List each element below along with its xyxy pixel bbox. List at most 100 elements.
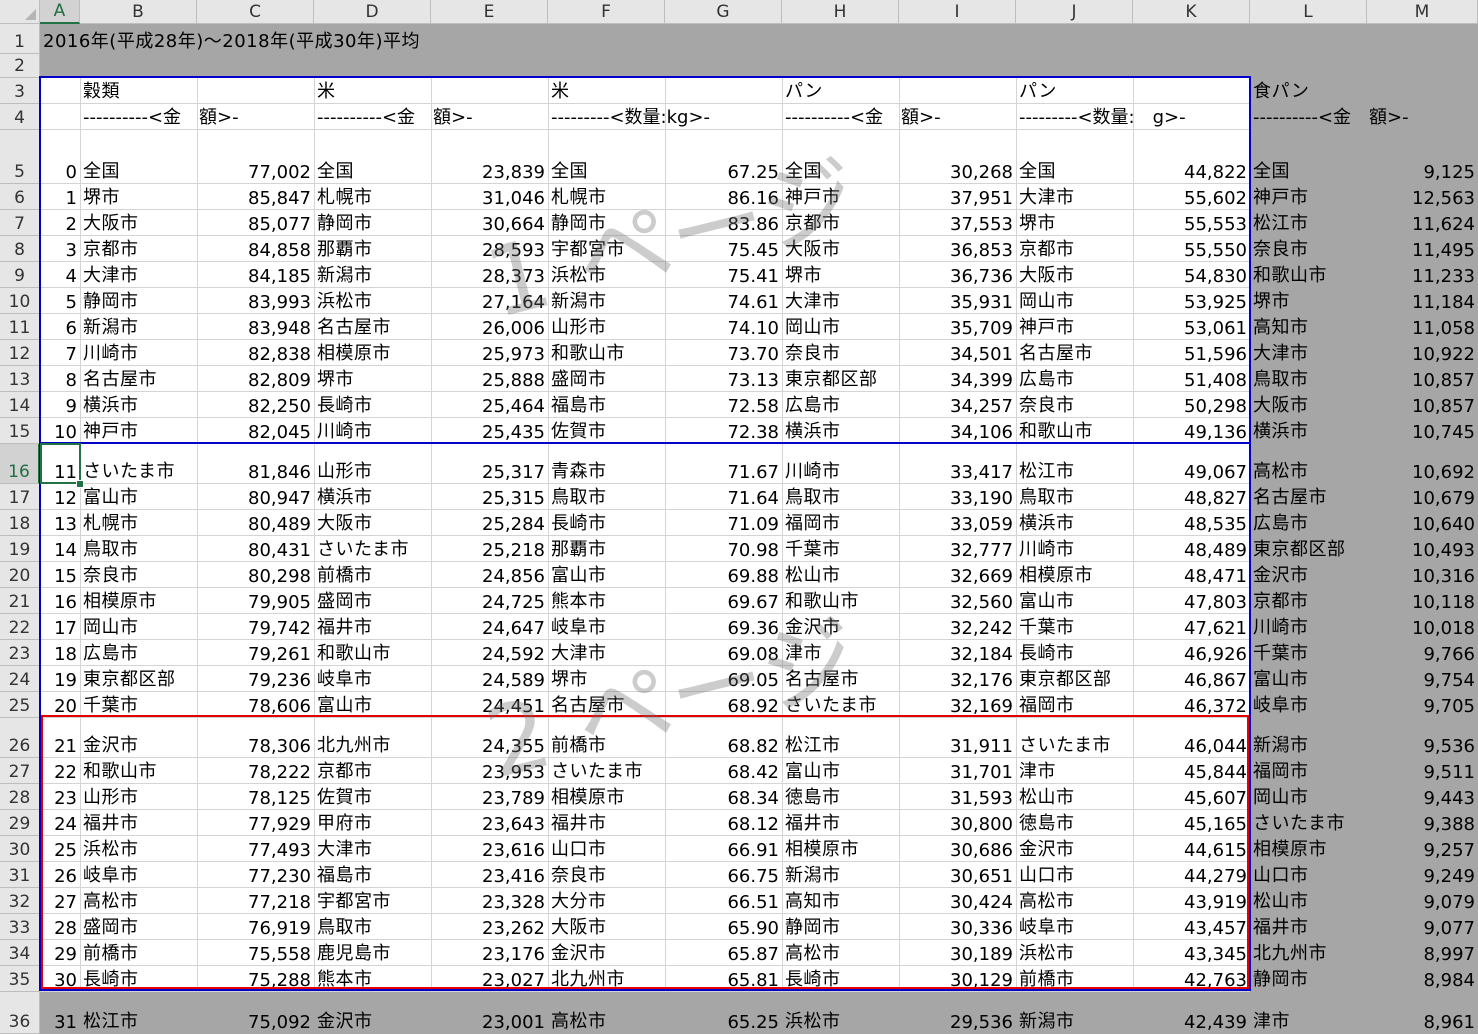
city-cell[interactable]: 和歌山市 (782, 588, 899, 614)
rank-cell[interactable]: 21 (40, 718, 80, 758)
rank-cell[interactable]: 12 (40, 484, 80, 510)
value-cell[interactable]: 75,558 (197, 940, 314, 966)
value-cell[interactable]: 23,328 (431, 888, 548, 914)
city-cell[interactable]: 甲府市 (314, 810, 431, 836)
city-cell[interactable]: 佐賀市 (314, 784, 431, 810)
city-cell[interactable]: さいたま市 (314, 536, 431, 562)
value-cell[interactable]: 25,973 (431, 340, 548, 366)
row-header-29[interactable]: 29 (0, 810, 40, 836)
rank-cell[interactable]: 26 (40, 862, 80, 888)
city-cell[interactable]: 福岡市 (1016, 692, 1133, 718)
value-cell[interactable]: 23,839 (431, 130, 548, 184)
value-cell[interactable]: 68.92 (665, 692, 782, 718)
row-header-21[interactable]: 21 (0, 588, 40, 614)
city-cell[interactable]: 全国 (80, 130, 197, 184)
value-cell[interactable]: 73.13 (665, 366, 782, 392)
city-cell[interactable]: 那覇市 (548, 536, 665, 562)
city-cell[interactable]: 横浜市 (782, 418, 899, 444)
city-cell[interactable]: 宇都宮市 (548, 236, 665, 262)
select-all-button[interactable] (0, 0, 40, 24)
group-name-cell[interactable]: 米 (314, 78, 431, 104)
value-cell[interactable]: 24,647 (431, 614, 548, 640)
city-cell[interactable]: 横浜市 (1016, 510, 1133, 536)
city-cell[interactable]: 京都市 (782, 210, 899, 236)
city-cell[interactable]: 岐阜市 (314, 666, 431, 692)
column-header-l[interactable]: L (1250, 0, 1367, 24)
city-cell[interactable]: 千葉市 (80, 692, 197, 718)
value-cell[interactable]: 10,745 (1367, 418, 1478, 444)
column-header-g[interactable]: G (665, 0, 782, 24)
value-cell[interactable]: 31,046 (431, 184, 548, 210)
value-cell[interactable]: 85,077 (197, 210, 314, 236)
city-cell[interactable]: 大津市 (548, 640, 665, 666)
value-cell[interactable]: 55,550 (1133, 236, 1250, 262)
city-cell[interactable]: 大津市 (1250, 340, 1367, 366)
city-cell[interactable]: 浜松市 (548, 262, 665, 288)
value-cell[interactable]: 10,679 (1367, 484, 1478, 510)
row-header-9[interactable]: 9 (0, 262, 40, 288)
value-cell[interactable]: 30,424 (899, 888, 1016, 914)
value-cell[interactable]: 80,298 (197, 562, 314, 588)
column-header-j[interactable]: J (1016, 0, 1133, 24)
value-cell[interactable]: 84,858 (197, 236, 314, 262)
value-cell[interactable]: 9,388 (1367, 810, 1478, 836)
row-header-1[interactable]: 1 (0, 24, 40, 54)
value-cell[interactable]: 66.51 (665, 888, 782, 914)
city-cell[interactable]: 大阪市 (1250, 392, 1367, 418)
value-cell[interactable]: 44,279 (1133, 862, 1250, 888)
city-cell[interactable]: 堺市 (1250, 288, 1367, 314)
value-cell[interactable]: 35,709 (899, 314, 1016, 340)
city-cell[interactable]: 浜松市 (80, 836, 197, 862)
value-cell[interactable]: 55,602 (1133, 184, 1250, 210)
city-cell[interactable]: 大津市 (1016, 184, 1133, 210)
city-cell[interactable]: 静岡市 (1250, 966, 1367, 992)
city-cell[interactable]: 新潟市 (782, 862, 899, 888)
value-cell[interactable]: 68.82 (665, 718, 782, 758)
column-header-f[interactable]: F (548, 0, 665, 24)
city-cell[interactable]: 全国 (314, 130, 431, 184)
city-cell[interactable]: さいたま市 (1250, 810, 1367, 836)
value-cell[interactable]: 24,592 (431, 640, 548, 666)
value-cell[interactable]: 46,372 (1133, 692, 1250, 718)
value-cell[interactable]: 51,408 (1133, 366, 1250, 392)
city-cell[interactable]: 熊本市 (314, 966, 431, 992)
city-cell[interactable]: 相模原市 (314, 340, 431, 366)
city-cell[interactable]: 千葉市 (1016, 614, 1133, 640)
city-cell[interactable]: 松江市 (782, 718, 899, 758)
value-cell[interactable]: 83.86 (665, 210, 782, 236)
value-cell[interactable]: 75.41 (665, 262, 782, 288)
value-cell[interactable]: 30,664 (431, 210, 548, 236)
city-cell[interactable]: 松江市 (1250, 210, 1367, 236)
value-cell[interactable]: 50,298 (1133, 392, 1250, 418)
value-cell[interactable]: 29,536 (899, 992, 1016, 1034)
value-cell[interactable]: 33,417 (899, 444, 1016, 484)
value-cell[interactable]: 23,616 (431, 836, 548, 862)
column-header-b[interactable]: B (80, 0, 197, 24)
city-cell[interactable]: 川崎市 (1250, 614, 1367, 640)
row-header-25[interactable]: 25 (0, 692, 40, 718)
row-header-15[interactable]: 15 (0, 418, 40, 444)
value-cell[interactable]: 67.25 (665, 130, 782, 184)
value-cell[interactable]: 42,439 (1133, 992, 1250, 1034)
city-cell[interactable]: 大津市 (782, 288, 899, 314)
city-cell[interactable]: 静岡市 (80, 288, 197, 314)
city-cell[interactable]: 北九州市 (1250, 940, 1367, 966)
rank-cell[interactable]: 24 (40, 810, 80, 836)
city-cell[interactable]: 川崎市 (1016, 536, 1133, 562)
city-cell[interactable]: 富山市 (782, 758, 899, 784)
city-cell[interactable]: 岡山市 (1016, 288, 1133, 314)
row-header-22[interactable]: 22 (0, 614, 40, 640)
value-cell[interactable]: 68.42 (665, 758, 782, 784)
city-cell[interactable]: 福島市 (314, 862, 431, 888)
value-cell[interactable]: 33,190 (899, 484, 1016, 510)
city-cell[interactable]: 和歌山市 (1016, 418, 1133, 444)
city-cell[interactable]: 金沢市 (1250, 562, 1367, 588)
city-cell[interactable]: 山形市 (548, 314, 665, 340)
city-cell[interactable]: 福井市 (548, 810, 665, 836)
city-cell[interactable]: 松江市 (1016, 444, 1133, 484)
value-cell[interactable]: 23,001 (431, 992, 548, 1034)
value-cell[interactable]: 48,827 (1133, 484, 1250, 510)
city-cell[interactable]: 大津市 (80, 262, 197, 288)
value-cell[interactable]: 43,919 (1133, 888, 1250, 914)
value-cell[interactable]: 76,919 (197, 914, 314, 940)
